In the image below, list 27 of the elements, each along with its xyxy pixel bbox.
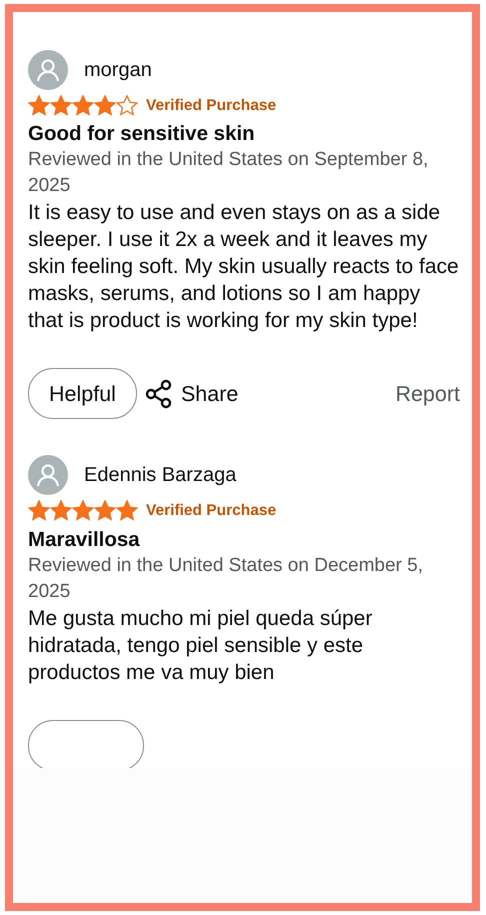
review-text: Me gusta mucho mi piel queda súper hidratada, tengo piel sensible y este productos me va muy bien <box>28 606 374 686</box>
helpful-button[interactable] <box>28 720 144 768</box>
verified-purchase-label: Verified Purchase <box>146 96 276 116</box>
verified-purchase-label: Verified Purchase <box>146 501 276 522</box>
share-icon <box>144 378 173 409</box>
reviewer-name: morgan <box>84 58 152 83</box>
report-link[interactable]: Report <box>395 378 460 410</box>
review-text: It is easy to use and even stays on as a side sleeper. I use it 2x a week and it leaves my skin feeling soft. My skin usually reacts to face masks, serums, and lotions so I am happy that is product is working for my skin type! <box>28 200 460 334</box>
review-date: Reviewed in the United States on September 8, 2025 <box>28 148 430 198</box>
avatar-icon <box>28 50 68 90</box>
avatar-icon <box>28 455 68 496</box>
star-icon <box>72 500 94 522</box>
star-icon <box>28 95 50 116</box>
share-button[interactable]: Share <box>144 378 238 410</box>
review-title: Maravillosa <box>28 526 141 552</box>
star-icon <box>94 500 116 522</box>
reviewer-name: Edennis Barzaga <box>84 463 236 488</box>
star-icon <box>94 95 116 116</box>
star-icon <box>116 500 138 522</box>
review-date: Reviewed in the United States on December 5, 2025 <box>28 554 424 604</box>
star-icon <box>50 95 72 116</box>
star-icon <box>72 95 94 116</box>
helpful-button[interactable]: Helpful <box>28 368 137 420</box>
star-icon <box>116 95 138 116</box>
star-icon <box>50 500 72 522</box>
review-title: Good for sensitive skin <box>28 121 256 148</box>
star-icon <box>28 500 50 522</box>
